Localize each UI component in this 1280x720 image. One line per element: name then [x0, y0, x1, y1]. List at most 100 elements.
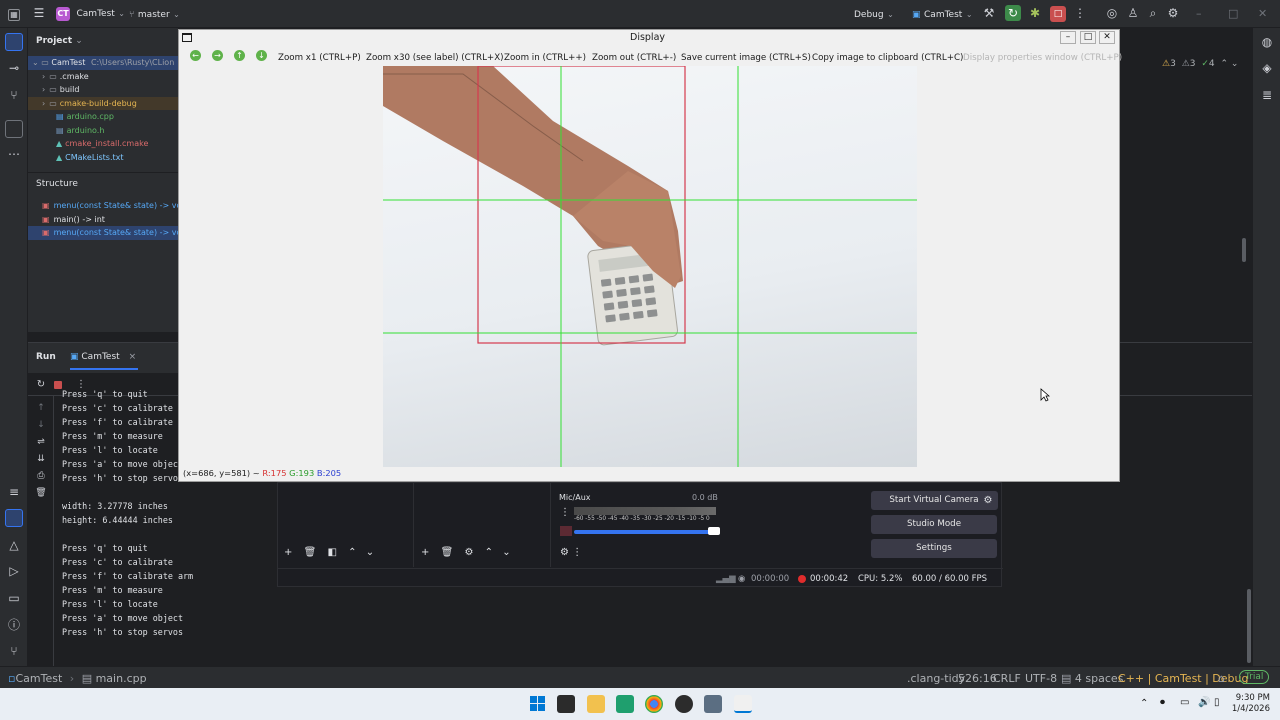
console-scrollbar[interactable] — [1247, 589, 1251, 663]
tree-item-cmake-build-debug[interactable]: › ▭ cmake-build-debug — [28, 96, 178, 110]
settings-app-icon[interactable] — [704, 695, 722, 713]
save-image-button[interactable]: Save current image (CTRL+S) — [681, 53, 811, 63]
build-config-select[interactable]: Debug ⌄ — [854, 6, 894, 22]
context-switcher[interactable]: C++ | CamTest | Debug — [1118, 672, 1249, 685]
notifications-icon[interactable]: ⓘ — [7, 618, 21, 632]
clock[interactable]: 9:30 PM 1/4/2026 — [1230, 693, 1270, 715]
network-icon[interactable]: ▭ — [1180, 697, 1189, 708]
soft-wrap-icon[interactable]: ⇌ — [34, 435, 48, 449]
add-icon[interactable]: + — [284, 547, 292, 558]
minimize-icon[interactable]: – — [1060, 31, 1076, 44]
filter-icon[interactable]: ◧ — [327, 547, 336, 558]
tree-item-arduino-h[interactable]: ▤ arduino.h — [28, 124, 178, 138]
microphone-icon[interactable]: ⏺ — [1160, 697, 1165, 708]
pan-up-icon[interactable]: ↑ — [234, 50, 245, 61]
database-icon[interactable]: ≣ — [1260, 88, 1274, 102]
gear-icon[interactable]: ⚙ — [1166, 6, 1180, 22]
mixer-menu-icon[interactable]: ⋮ — [560, 507, 570, 518]
move-down-icon[interactable]: ⌄ — [502, 547, 510, 558]
gear-icon[interactable]: ⚙ — [978, 491, 998, 510]
run-tool-icon[interactable] — [5, 509, 23, 527]
assistant-icon[interactable]: ◈ — [1260, 61, 1274, 75]
pan-down-icon[interactable]: ↓ — [256, 50, 267, 61]
breadcrumb-project[interactable]: CamTest — [15, 672, 62, 685]
tree-item-build[interactable]: › ▭ build — [28, 83, 178, 97]
volume-icon[interactable]: 🔊 — [1198, 697, 1210, 708]
vcs-icon[interactable]: ⑂ — [7, 644, 21, 658]
breadcrumb[interactable]: ▫CamTest › ▤ main.cpp — [8, 672, 147, 685]
obs-app-icon[interactable] — [675, 695, 693, 713]
move-up-icon[interactable]: ⌃ — [348, 547, 356, 558]
terminal-app-icon[interactable] — [557, 695, 575, 713]
commit-icon[interactable]: ⊸ — [7, 61, 21, 75]
clion-app-icon[interactable] — [616, 695, 634, 713]
build-hammer-icon[interactable]: ⚒ — [982, 6, 996, 22]
minimize-icon[interactable]: – — [1196, 6, 1202, 22]
rerun-button[interactable]: ↻ — [1005, 5, 1021, 21]
license-badge[interactable]: Trial — [1239, 670, 1270, 684]
pan-right-icon[interactable]: → — [212, 50, 223, 61]
chevron-up-icon[interactable]: ⌃ — [1140, 698, 1148, 709]
trash-icon[interactable]: 🗑 — [441, 547, 454, 558]
print-icon[interactable]: ⎙ — [34, 469, 48, 483]
line-ending[interactable]: CRLF — [993, 672, 1021, 685]
indent-setting[interactable]: ▤ 4 spaces — [1061, 672, 1123, 685]
main-menu-icon[interactable]: ☰ — [32, 6, 46, 22]
project-tool-icon[interactable] — [5, 33, 23, 51]
gear-icon[interactable]: ⚙ — [464, 547, 473, 558]
python-display-app-icon[interactable] — [734, 695, 752, 713]
tree-item-cmake[interactable]: › ▭ .cmake — [28, 70, 178, 84]
mixer-settings-icon[interactable]: ⚙ ⋮ — [560, 547, 582, 558]
structure-item[interactable]: ▣ menu(const State& state) -> void — [28, 199, 189, 213]
stop-button[interactable]: □ — [1050, 5, 1066, 22]
debug-bug-icon[interactable]: ✱ — [1028, 6, 1042, 22]
problems-icon[interactable]: △ — [7, 538, 21, 552]
structure-tool-icon[interactable] — [5, 120, 23, 138]
pan-left-icon[interactable]: ← — [190, 50, 201, 61]
editor-scrollbar[interactable] — [1242, 238, 1246, 262]
trash-icon[interactable]: 🗑 — [304, 547, 317, 558]
zoom-x30-button[interactable]: Zoom x30 (see label) (CTRL+X) — [366, 53, 504, 63]
todo-icon[interactable]: ≡ — [7, 485, 21, 499]
lock-icon[interactable]: ⌂ — [1218, 672, 1225, 685]
stop-icon[interactable] — [54, 381, 62, 389]
more-actions-icon[interactable]: ⋮ — [1073, 6, 1087, 22]
chrome-icon[interactable] — [645, 695, 663, 713]
trash-icon[interactable]: 🗑 — [34, 486, 48, 500]
app-logo-icon[interactable]: ▦ — [8, 6, 20, 22]
ai-assistant-icon[interactable]: ◎ — [1105, 6, 1119, 22]
chevron-right-icon[interactable]: › — [42, 85, 45, 94]
battery-icon[interactable]: ▯ — [1214, 697, 1220, 708]
volume-slider-handle[interactable] — [708, 527, 720, 535]
close-icon[interactable]: ✕ — [1258, 6, 1267, 22]
tree-item-cmake-install-cmake[interactable]: ▲ cmake_install.cmake — [28, 137, 178, 151]
terminal-icon[interactable]: ▭ — [7, 591, 21, 605]
tree-root[interactable]: ⌄ ▭ CamTest C:\Users\Rusty\CLion — [28, 56, 178, 70]
structure-item[interactable]: ▣ main() -> int — [28, 213, 178, 227]
run-config-tab[interactable]: ▣ CamTest × — [70, 352, 136, 362]
project-switcher[interactable]: CT CamTest ⌄ — [56, 6, 125, 22]
structure-item[interactable]: ▣ menu(const State& state) -> void — [28, 226, 189, 240]
start-button[interactable] — [529, 695, 547, 713]
maximize-icon[interactable]: □ — [1228, 6, 1238, 22]
display-titlebar[interactable]: Display – □ ✕ — [179, 30, 1119, 46]
volume-slider-track[interactable] — [574, 530, 714, 534]
rerun-icon[interactable]: ↻ — [34, 378, 48, 392]
display-properties-button[interactable]: Display properties window (CTRL+P) — [963, 53, 1122, 63]
move-down-icon[interactable]: ⌄ — [366, 547, 374, 558]
file-explorer-icon[interactable] — [587, 695, 605, 713]
chevron-right-icon[interactable]: › — [42, 72, 45, 81]
more-tools-icon[interactable]: ⋯ — [7, 147, 21, 161]
services-icon[interactable]: ▷ — [7, 564, 21, 578]
maximize-icon[interactable]: □ — [1080, 31, 1096, 44]
studio-mode-button[interactable]: Studio Mode — [871, 515, 997, 534]
run-target-select[interactable]: ▣ CamTest ⌄ — [912, 6, 973, 22]
settings-button[interactable]: Settings — [871, 539, 997, 558]
add-icon[interactable]: + — [421, 547, 429, 558]
copy-image-button[interactable]: Copy image to clipboard (CTRL+C) — [812, 53, 963, 63]
breadcrumb-file[interactable]: main.cpp — [96, 672, 147, 685]
ai-chat-icon[interactable]: ◍ — [1260, 35, 1274, 49]
zoom-in-button[interactable]: Zoom in (CTRL++) — [504, 53, 586, 63]
add-user-icon[interactable]: ♙ — [1126, 6, 1140, 22]
scroll-end-icon[interactable]: ⇊ — [34, 452, 48, 466]
